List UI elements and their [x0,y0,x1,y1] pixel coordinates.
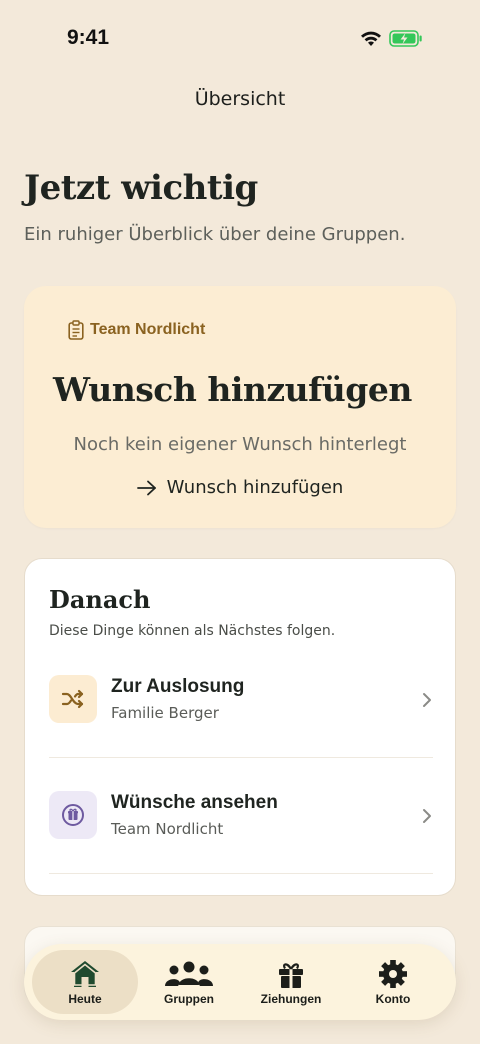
add-wish-button[interactable]: Wunsch hinzufügen [24,477,456,498]
next-steps-subtitle: Diese Dinge können als Nächstes folgen. [49,623,336,639]
people-icon [165,961,213,986]
tab-bar: Heute Gruppen Ziehungen Konto [24,944,456,1020]
list-item-draw[interactable]: Zur Auslosung Familie Berger [49,642,433,758]
focus-group-tag: Team Nordlicht [68,320,205,340]
tab-ziehungen[interactable]: Ziehungen [238,950,344,1014]
list-item-title: Wünsche ansehen [111,792,278,813]
gift-icon [62,804,84,826]
focus-card: Team Nordlicht Wunsch hinzufügen Noch ke… [24,286,456,528]
tab-heute[interactable]: Heute [32,950,138,1014]
gift-icon-tile [49,791,97,839]
tab-label: Gruppen [164,992,214,1006]
arrow-right-icon [136,480,156,495]
status-time: 9:41 [67,26,110,49]
page-title: Jetzt wichtig [24,168,258,208]
tab-label: Ziehungen [260,992,322,1006]
gift-icon [279,963,303,988]
chevron-right-icon [423,809,431,823]
list-item-wishes[interactable]: Wünsche ansehen Team Nordlicht [49,758,433,874]
list-item-title: Zur Auslosung [111,676,245,697]
list-item-subtitle: Familie Berger [111,704,219,722]
tab-label: Heute [68,992,102,1006]
focus-title: Wunsch hinzufügen [53,370,412,409]
gear-icon [379,960,407,988]
battery-charging-icon [389,30,422,47]
shuffle-icon-tile [49,675,97,723]
tab-konto[interactable]: Konto [340,950,446,1014]
focus-subtitle: Noch kein eigener Wunsch hinterlegt [73,434,407,455]
focus-group-label: Team Nordlicht [90,321,206,338]
next-steps-card: Danach Diese Dinge können als Nächstes f… [24,558,456,896]
add-wish-label: Wunsch hinzufügen [166,477,344,498]
home-icon [71,961,99,987]
wifi-icon [361,31,381,46]
chevron-right-icon [423,693,431,707]
page-subtitle: Ein ruhiger Überblick über deine Gruppen… [24,224,406,245]
clipboard-icon [68,320,84,340]
tab-label: Konto [375,992,411,1006]
status-bar: 9:41 [0,0,480,70]
list-item-subtitle: Team Nordlicht [111,820,224,838]
shuffle-icon [61,689,84,709]
next-steps-title: Danach [49,585,151,614]
tab-gruppen[interactable]: Gruppen [136,950,242,1014]
nav-title: Übersicht [194,88,286,110]
